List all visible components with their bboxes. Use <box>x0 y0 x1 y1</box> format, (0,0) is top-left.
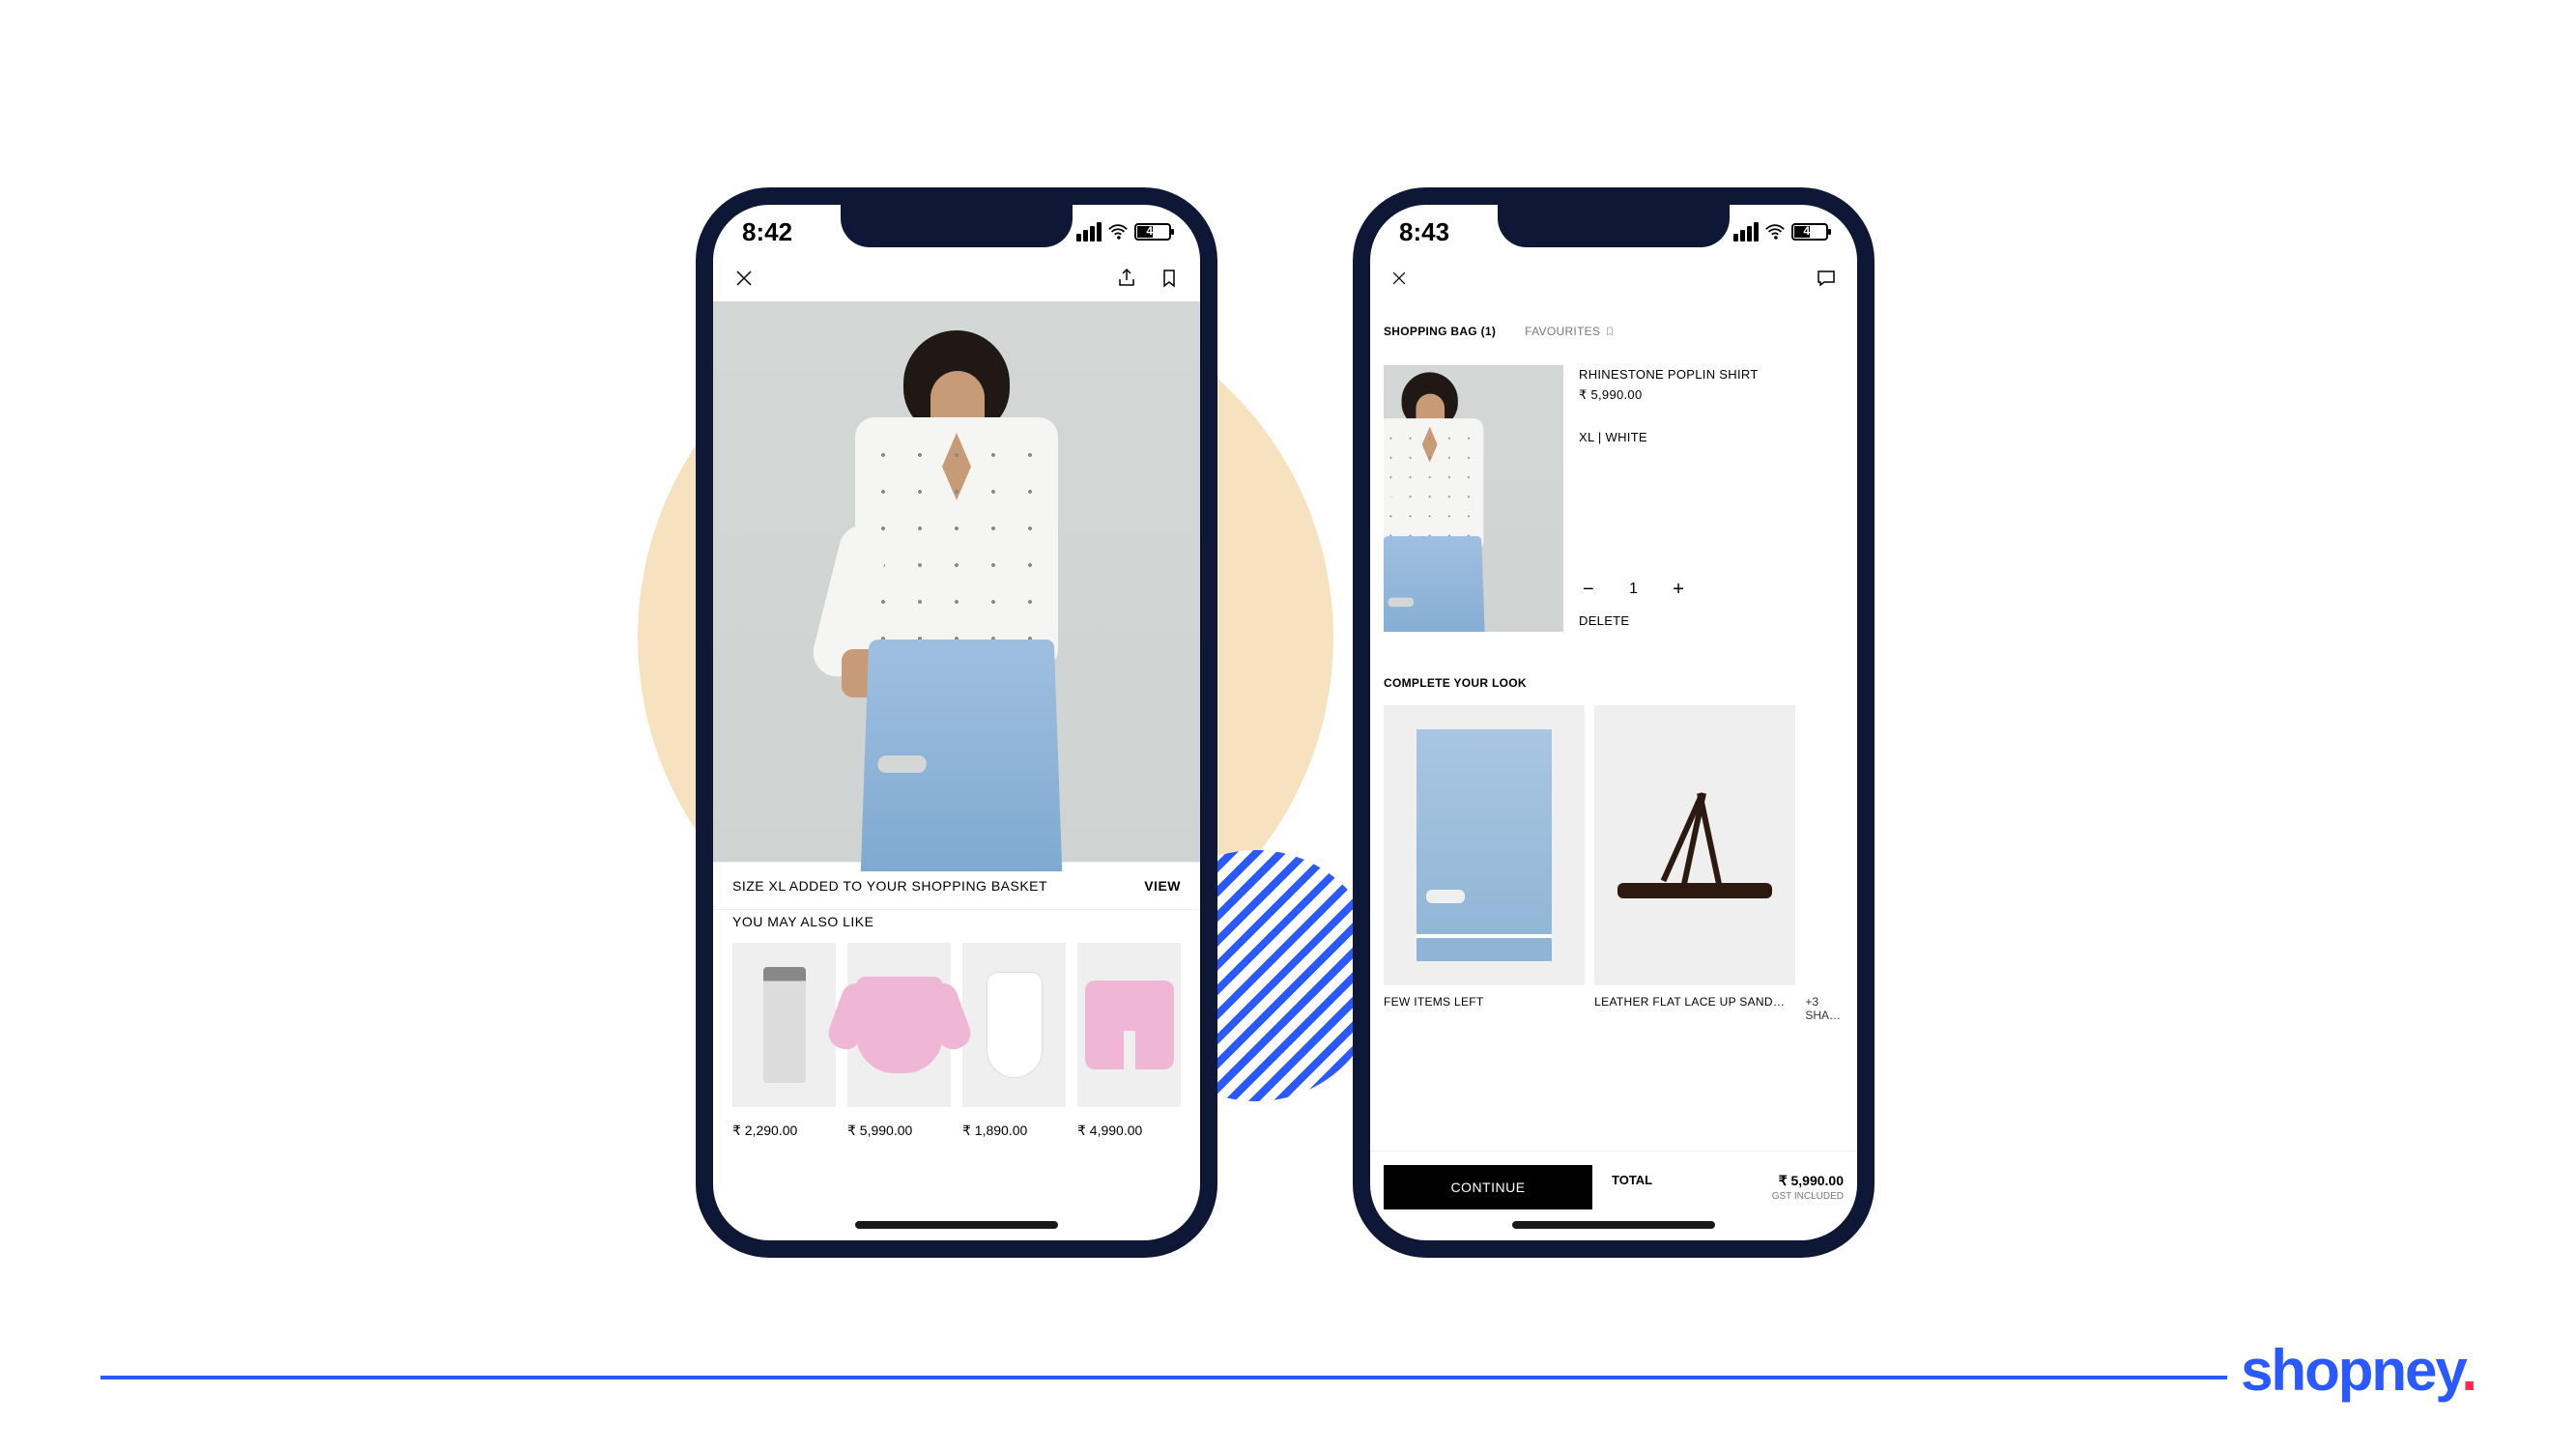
stage: 8:42 47 <box>0 0 2576 1450</box>
added-label: SIZE XL ADDED TO YOUR SHOPPING BASKET <box>732 878 1047 894</box>
rec-card[interactable]: ₹ 4,990.00 <box>1077 943 1181 1139</box>
complete-your-look-title: COMPLETE YOUR LOOK <box>1370 641 1857 705</box>
cyl-thumb <box>1594 705 1795 985</box>
phone-product-detail: 8:42 47 <box>696 187 1217 1258</box>
screen: SHOPPING BAG (1) FAVOURITES RHINESTO <box>1370 257 1857 1240</box>
rec-card[interactable]: ₹ 1,890.00 <box>962 943 1066 1139</box>
quantity-stepper: − 1 + <box>1579 580 1688 599</box>
rec-card[interactable]: ₹ 2,290.00 <box>732 943 836 1139</box>
bookmark-icon[interactable] <box>1158 267 1181 290</box>
rec-price: ₹ 5,990.00 <box>847 1107 951 1139</box>
gst-note: GST INCLUDED <box>1772 1189 1844 1202</box>
total-label: TOTAL <box>1612 1173 1652 1187</box>
continue-button[interactable]: CONTINUE <box>1384 1165 1592 1209</box>
you-may-also-like-title: YOU MAY ALSO LIKE <box>713 909 1200 943</box>
cyl-more[interactable]: +3 SHA… <box>1805 705 1844 1022</box>
wifi-icon <box>1764 221 1786 242</box>
cart-item-info: RHINESTONE POPLIN SHIRT ₹ 5,990.00 XL | … <box>1579 365 1844 632</box>
cellular-icon <box>1076 222 1102 242</box>
rec-price: ₹ 4,990.00 <box>1077 1107 1181 1139</box>
phone-notch <box>1498 205 1730 247</box>
total-amount: ₹ 5,990.00 <box>1772 1173 1844 1189</box>
chat-icon[interactable] <box>1815 267 1838 290</box>
phone-shopping-bag: 8:43 47 SHOPPING BAG (1) FAVOURITES <box>1353 187 1875 1258</box>
home-indicator[interactable] <box>855 1221 1058 1229</box>
status-time: 8:43 <box>1399 217 1449 247</box>
battery-icon: 47 <box>1134 223 1171 241</box>
cyl-caption: LEATHER FLAT LACE UP SAND… <box>1594 985 1795 1009</box>
rec-thumb <box>847 943 951 1107</box>
bag-tabs: SHOPPING BAG (1) FAVOURITES <box>1370 301 1857 346</box>
screen: SIZE XL ADDED TO YOUR SHOPPING BASKET VI… <box>713 257 1200 1240</box>
shopney-logo: shopney. <box>2227 1337 2476 1404</box>
top-bar <box>713 257 1200 301</box>
qty-plus-icon[interactable]: + <box>1669 580 1688 599</box>
cart-item-variant: XL | WHITE <box>1579 403 1844 444</box>
cyl-card[interactable]: FEW ITEMS LEFT <box>1384 705 1585 1022</box>
qty-minus-icon[interactable]: − <box>1579 580 1598 599</box>
wifi-icon <box>1107 221 1129 242</box>
bookmark-icon <box>1604 326 1616 337</box>
product-hero-image[interactable] <box>713 301 1200 862</box>
complete-your-look-row[interactable]: FEW ITEMS LEFT LEATHER FLAT LACE UP SAND… <box>1370 705 1857 1022</box>
cart-item: RHINESTONE POPLIN SHIRT ₹ 5,990.00 XL | … <box>1370 346 1857 641</box>
status-time: 8:42 <box>742 217 792 247</box>
rec-thumb <box>732 943 836 1107</box>
phone-notch <box>841 205 1073 247</box>
rec-thumb <box>1077 943 1181 1107</box>
rec-card[interactable]: ₹ 5,990.00 <box>847 943 951 1139</box>
cart-item-price: ₹ 5,990.00 <box>1579 382 1844 403</box>
rec-price: ₹ 2,290.00 <box>732 1107 836 1139</box>
share-icon[interactable] <box>1115 267 1138 290</box>
battery-icon: 47 <box>1791 223 1828 241</box>
cart-item-name: RHINESTONE POPLIN SHIRT <box>1579 365 1844 382</box>
recommendations-row[interactable]: ₹ 2,290.00 ₹ 5,990.00 ₹ 1,890.00 ₹ 4,990… <box>713 943 1200 1139</box>
cyl-thumb <box>1384 705 1585 985</box>
cyl-caption: FEW ITEMS LEFT <box>1384 985 1585 1009</box>
checkout-bar: CONTINUE TOTAL ₹ 5,990.00 GST INCLUDED <box>1370 1151 1857 1217</box>
cellular-icon <box>1733 222 1759 242</box>
cyl-card[interactable]: LEATHER FLAT LACE UP SAND… <box>1594 705 1795 1022</box>
rec-thumb <box>962 943 1066 1107</box>
delete-button[interactable]: DELETE <box>1579 613 1629 628</box>
cart-item-image[interactable] <box>1384 365 1563 632</box>
rec-price: ₹ 1,890.00 <box>962 1107 1066 1139</box>
view-button[interactable]: VIEW <box>1144 878 1181 894</box>
qty-value: 1 <box>1629 581 1638 598</box>
model-illustration <box>787 301 1126 862</box>
tab-favourites[interactable]: FAVOURITES <box>1525 325 1616 338</box>
close-icon[interactable] <box>732 267 756 290</box>
tab-shopping-bag[interactable]: SHOPPING BAG (1) <box>1384 325 1496 338</box>
total-block: TOTAL ₹ 5,990.00 GST INCLUDED <box>1612 1173 1844 1202</box>
footer-divider <box>100 1376 2476 1379</box>
close-icon[interactable] <box>1389 269 1409 288</box>
top-bar <box>1370 257 1857 301</box>
home-indicator[interactable] <box>1512 1221 1715 1229</box>
